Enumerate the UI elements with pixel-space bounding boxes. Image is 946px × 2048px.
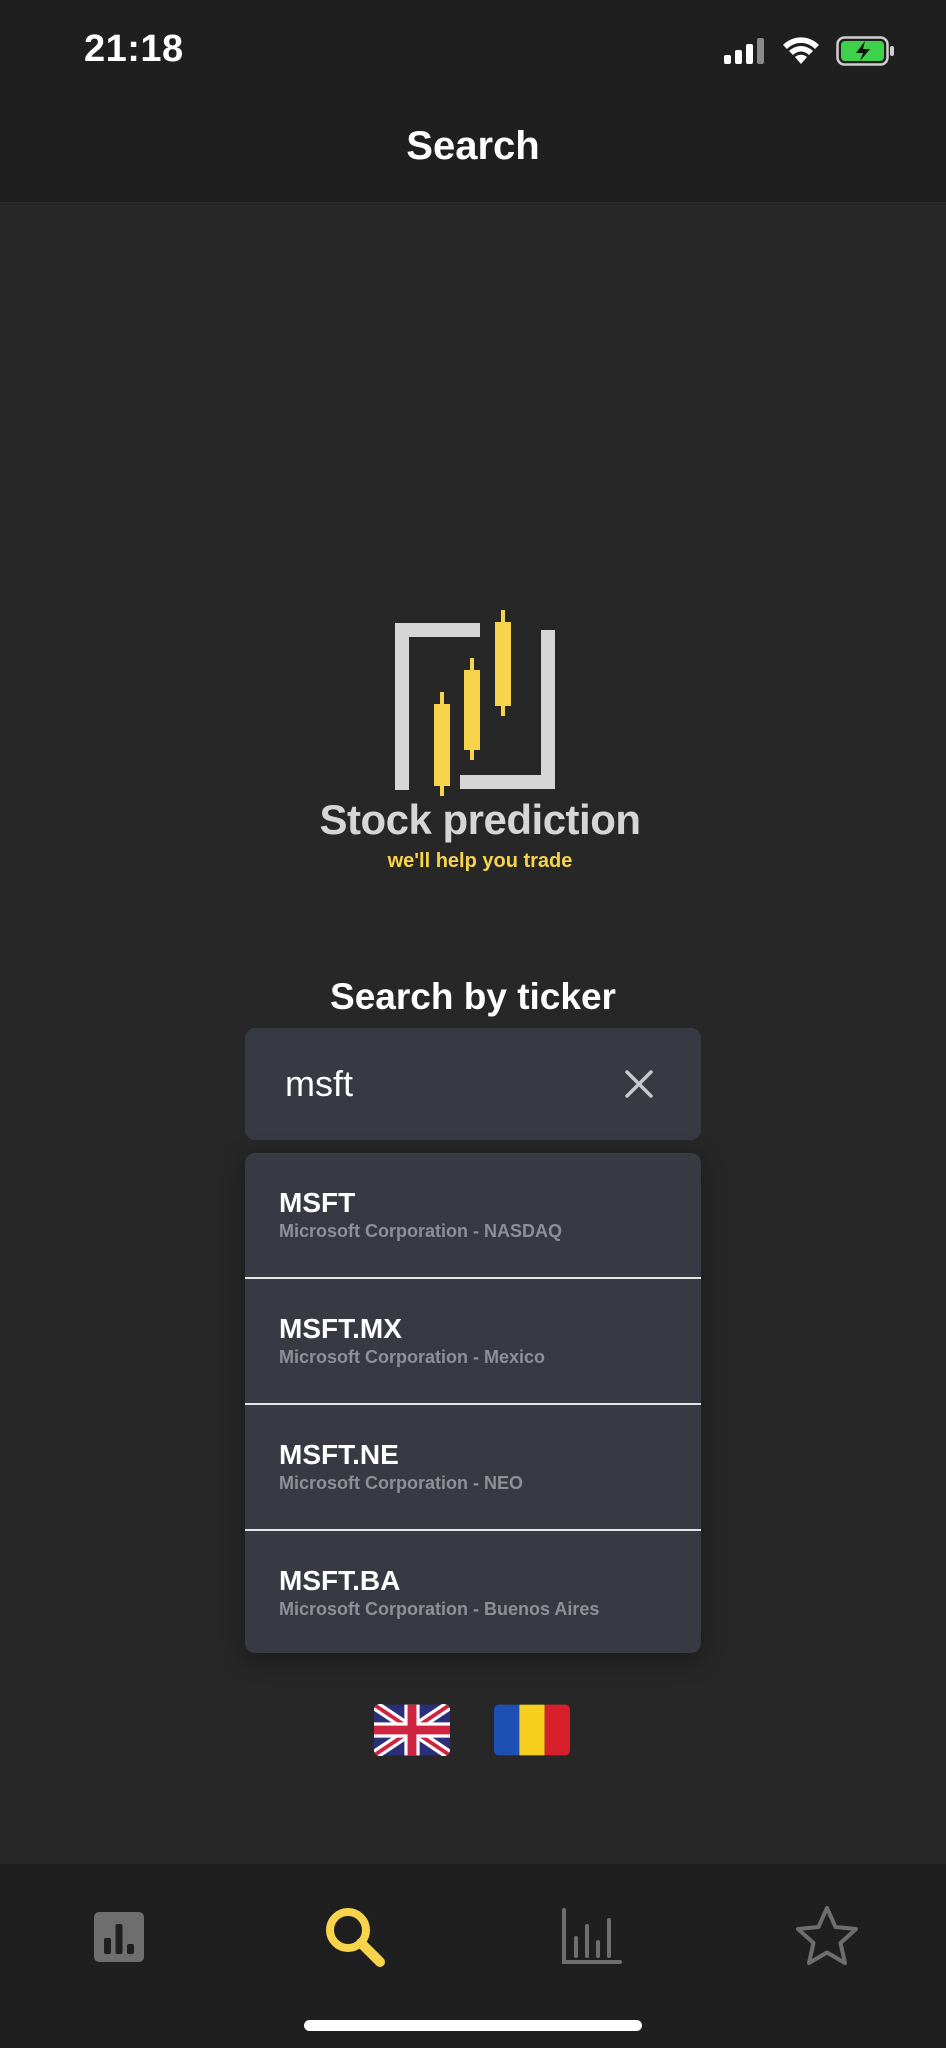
- result-item[interactable]: MSFT Microsoft Corporation - NASDAQ: [245, 1153, 701, 1277]
- result-ticker: MSFT.NE: [279, 1439, 399, 1470]
- tab-search[interactable]: [320, 1902, 390, 1972]
- tab-charts[interactable]: [556, 1902, 626, 1972]
- app-logo: Stock prediction we'll help you trade: [300, 600, 660, 880]
- clear-search-button[interactable]: [621, 1066, 657, 1102]
- result-item[interactable]: MSFT.BA Microsoft Corporation - Buenos A…: [245, 1529, 701, 1653]
- result-subtitle: Microsoft Corporation - NASDAQ: [279, 1221, 562, 1241]
- result-subtitle: Microsoft Corporation - NEO: [279, 1473, 523, 1493]
- status-bar: 21:18: [0, 0, 946, 100]
- navigation-bar: Search: [0, 100, 946, 203]
- result-ticker: MSFT.MX: [279, 1313, 402, 1344]
- language-selector: [374, 1704, 570, 1756]
- result-ticker: MSFT: [279, 1187, 356, 1218]
- romania-flag-icon: [494, 1704, 570, 1756]
- status-icons: [724, 36, 896, 66]
- logo-tagline: we'll help you trade: [387, 850, 573, 872]
- battery-charging-icon: [836, 36, 894, 66]
- tab-favorites[interactable]: [792, 1902, 862, 1972]
- logo-title: Stock prediction: [319, 796, 641, 843]
- result-item[interactable]: MSFT.NE Microsoft Corporation - NEO: [245, 1403, 701, 1529]
- result-subtitle: Microsoft Corporation - Buenos Aires: [279, 1599, 600, 1619]
- search-icon: [326, 1908, 385, 1967]
- signal-icon: [724, 38, 764, 64]
- result-ticker: MSFT.BA: [279, 1565, 401, 1596]
- wifi-icon: [783, 37, 819, 64]
- romania-flag-button[interactable]: [494, 1704, 570, 1756]
- search-input[interactable]: [285, 1058, 605, 1110]
- bar-chart-square-icon: [94, 1912, 144, 1962]
- search-heading: Search by ticker: [330, 976, 616, 1017]
- home-indicator: [304, 2020, 642, 2031]
- search-box: [245, 1028, 701, 1140]
- status-time: 21:18: [84, 28, 184, 70]
- star-icon: [796, 1906, 858, 1965]
- tab-bar: [0, 1864, 946, 2048]
- result-subtitle: Microsoft Corporation - Mexico: [279, 1347, 546, 1367]
- result-item[interactable]: MSFT.MX Microsoft Corporation - Mexico: [245, 1277, 701, 1403]
- uk-flag-icon: [374, 1704, 450, 1756]
- chart-icon: [562, 1908, 622, 1964]
- close-icon: [625, 1070, 653, 1098]
- uk-flag-button[interactable]: [374, 1704, 450, 1756]
- page-title: Search: [406, 124, 540, 168]
- search-results-list: MSFT Microsoft Corporation - NASDAQ MSFT…: [245, 1153, 701, 1653]
- candlestick-logo-icon: [395, 610, 555, 796]
- tab-dashboard[interactable]: [84, 1902, 154, 1972]
